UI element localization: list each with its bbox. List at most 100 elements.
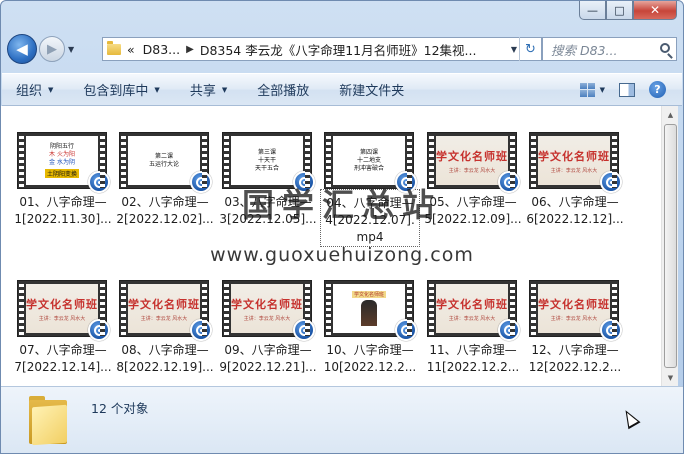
play-all-button[interactable]: 全部播放	[257, 80, 309, 99]
thumbnail-banner-subtitle: 主讲：李云龙 风水大	[140, 315, 188, 322]
file-name[interactable]: 02、八字命理— 2[2022.12.02]...	[115, 194, 215, 228]
recent-pages-dropdown-icon[interactable]: ▼	[68, 45, 74, 54]
search-icon[interactable]	[660, 43, 670, 53]
chevron-down-icon: ▼	[221, 85, 228, 94]
media-player-icon	[395, 319, 417, 341]
organize-label: 组织	[16, 84, 43, 99]
file-item[interactable]: 第四课 十二地支 刑冲害破合 04、八字命理— 4[2022.12.07]. mp4	[320, 132, 420, 247]
file-name[interactable]: 09、八字命理— 9[2022.12.21]...	[218, 342, 318, 376]
file-item[interactable]: 学文化名师班 主讲：李云龙 风水大 06、八字命理— 6[2022.12.12]...	[525, 132, 625, 228]
video-thumbnail[interactable]: 第三课 十天干 天干五合	[222, 132, 315, 193]
refresh-button[interactable]: ↻	[519, 37, 541, 61]
video-thumbnail[interactable]: 学文化名师班 主讲：李云龙 风水大	[17, 280, 110, 341]
video-thumbnail[interactable]: 阴阳五行木 火为阳金 水为阴 土阴阳变换	[17, 132, 110, 193]
breadcrumb-item[interactable]: D8354 李云龙《八字命理11月名师班》12集视...	[200, 40, 477, 59]
video-thumbnail[interactable]: 学文化名师班 主讲：李云龙 风水大	[119, 280, 212, 341]
file-name[interactable]: 10、八字命理— 10[2022.12.2...	[320, 342, 420, 376]
change-view-icon[interactable]	[579, 82, 596, 97]
navigation-bar: ◀ ▶ ▼ « D83... ▶ D8354 李云龙《八字命理11月名师班》12…	[7, 31, 677, 67]
file-item[interactable]: 阴阳五行木 火为阳金 水为阴 土阴阳变换 01、八字命理— 1[2022.11.30]…	[13, 132, 113, 228]
thumbnail-frame: 学文化名师班 主讲：李云龙 风水大	[538, 136, 610, 185]
breadcrumb-separator-icon[interactable]: ▶	[186, 44, 194, 55]
file-name-line: 01、八字命理—	[19, 195, 107, 209]
file-name-line: 07、八字命理—	[19, 343, 107, 357]
file-name-line: 06、八字命理—	[531, 195, 619, 209]
search-input[interactable]: 搜索 D83...	[542, 37, 677, 61]
file-name-line: 09、八字命理—	[224, 343, 312, 357]
film-reel-icon	[93, 176, 105, 188]
file-name[interactable]: 12、八字命理— 12[2022.12.2...	[525, 342, 625, 376]
share-menu[interactable]: 共享 ▼	[190, 80, 227, 99]
file-name-line: 6[2022.12.12]...	[526, 212, 624, 226]
share-label: 共享	[189, 84, 216, 99]
thumbnail-banner-title: 学文化名师班	[231, 297, 303, 311]
file-item[interactable]: 学文化名师班主讲：李云龙 风水大 09、八字命理— 9[2022.12.21]...	[218, 280, 318, 376]
video-thumbnail[interactable]: 学文化名师班 主讲：李云龙 风水大	[427, 280, 520, 341]
file-item[interactable]: 学文化名师班 主讲：李云龙 风水大 07、八字命理— 7[2022.12.14]...	[13, 280, 113, 376]
preview-pane-icon[interactable]	[619, 82, 635, 97]
file-item[interactable]: 学文化名师班 主讲：李云龙 风水大 12、八字命理— 12[2022.12.2...	[525, 280, 625, 376]
file-name[interactable]: 01、八字命理— 1[2022.11.30]...	[13, 194, 113, 228]
video-thumbnail[interactable]: 第四课 十二地支 刑冲害破合	[324, 132, 417, 193]
thumbnail-frame: 学文化名师班 主讲：李云龙 风水大	[436, 136, 508, 185]
chevron-down-icon[interactable]: ▼	[600, 86, 605, 94]
file-name-line: 3[2022.12.05]...	[219, 212, 317, 226]
slide-text: 土阴阳变换	[44, 169, 79, 178]
folder-large-icon	[29, 396, 67, 446]
breadcrumb-overflow[interactable]: «	[127, 42, 135, 57]
video-thumbnail[interactable]: 学文化名师班	[324, 280, 417, 341]
video-thumbnail[interactable]: 学文化名师班 主讲：李云龙 风水大	[529, 280, 622, 341]
film-reel-icon	[298, 176, 310, 188]
scroll-up-icon[interactable]: ▲	[662, 106, 679, 123]
slide-text: 十二地支	[356, 156, 381, 164]
file-name[interactable]: 05、八字命理— 5[2022.12.09]...	[423, 194, 523, 228]
file-item[interactable]: 第三课 十天干 天干五合 03、八字命理— 3[2022.12.05]...	[218, 132, 318, 228]
slide-text: 五运行大论	[148, 160, 179, 168]
file-item[interactable]: 学文化名师班 10、八字命理— 10[2022.12.2...	[320, 280, 420, 376]
thumbnail-banner-subtitle: 主讲：李云龙 风水大	[243, 315, 291, 322]
file-item[interactable]: 学文化名师班 主讲：李云龙 风水大 05、八字命理— 5[2022.12.09]...	[423, 132, 523, 228]
thumbnail-banner-title: 学文化名师班	[538, 297, 610, 311]
toolbar-right: ▼ ?	[579, 81, 666, 98]
new-folder-button[interactable]: 新建文件夹	[339, 80, 404, 99]
file-name[interactable]: 06、八字命理— 6[2022.12.12]...	[525, 194, 625, 228]
thumbnail-banner-title: 学文化名师班	[26, 297, 98, 311]
file-name[interactable]: 08、八字命理— 8[2022.12.19]...	[115, 342, 215, 376]
media-player-icon	[395, 171, 417, 193]
scroll-down-icon[interactable]: ▼	[662, 369, 679, 386]
thumbnail-banner-subtitle: 主讲：李云龙 风水大	[550, 167, 598, 174]
file-item[interactable]: 学文化名师班 主讲：李云龙 风水大 11、八字命理— 11[2022.12.2...	[423, 280, 523, 376]
item-count: 12 个对象	[91, 401, 149, 416]
file-item[interactable]: 第二课 五运行大论 02、八字命理— 2[2022.12.02]...	[115, 132, 215, 228]
close-button[interactable]: ✕	[633, 1, 677, 20]
address-bar[interactable]: « D83... ▶ D8354 李云龙《八字命理11月名师班》12集视... …	[102, 37, 542, 61]
maximize-button[interactable]: □	[606, 1, 633, 20]
thumbnail-frame: 第三课 十天干 天干五合	[231, 136, 303, 185]
help-icon[interactable]: ?	[649, 81, 666, 98]
file-name-line: 9[2022.12.21]...	[219, 360, 317, 374]
file-name-line: 12、八字命理—	[531, 343, 619, 357]
include-in-library-menu[interactable]: 包含到库中 ▼	[83, 80, 159, 99]
video-thumbnail[interactable]: 第二课 五运行大论	[119, 132, 212, 193]
address-dropdown-icon[interactable]: ▼	[511, 45, 517, 54]
forward-button[interactable]: ▶	[39, 36, 65, 62]
file-name-line: 03、八字命理—	[224, 195, 312, 209]
vertical-scrollbar[interactable]: ▲ ▼	[661, 106, 678, 386]
file-name-line: 11[2022.12.2...	[426, 360, 520, 374]
scrollbar-thumb[interactable]	[664, 124, 677, 368]
file-name[interactable]: 07、八字命理— 7[2022.12.14]...	[13, 342, 113, 376]
back-button[interactable]: ◀	[7, 34, 37, 64]
video-thumbnail[interactable]: 学文化名师班 主讲：李云龙 风水大	[529, 132, 622, 193]
file-name-line: 4[2022.12.07].	[325, 213, 415, 227]
forward-arrow-icon: ▶	[47, 41, 57, 57]
file-name[interactable]: 04、八字命理— 4[2022.12.07]. mp4	[320, 189, 420, 247]
video-thumbnail[interactable]: 学文化名师班主讲：李云龙 风水大	[222, 280, 315, 341]
file-name[interactable]: 03、八字命理— 3[2022.12.05]...	[218, 194, 318, 228]
file-list-view[interactable]: 阴阳五行木 火为阳金 水为阴 土阴阳变换 01、八字命理— 1[2022.11.30]…	[1, 106, 661, 386]
file-item[interactable]: 学文化名师班 主讲：李云龙 风水大 08、八字命理— 8[2022.12.19]...	[115, 280, 215, 376]
file-name[interactable]: 11、八字命理— 11[2022.12.2...	[423, 342, 523, 376]
organize-menu[interactable]: 组织 ▼	[16, 80, 53, 99]
video-thumbnail[interactable]: 学文化名师班 主讲：李云龙 风水大	[427, 132, 520, 193]
breadcrumb-item[interactable]: D83...	[143, 42, 180, 57]
minimize-button[interactable]: —	[579, 1, 606, 20]
